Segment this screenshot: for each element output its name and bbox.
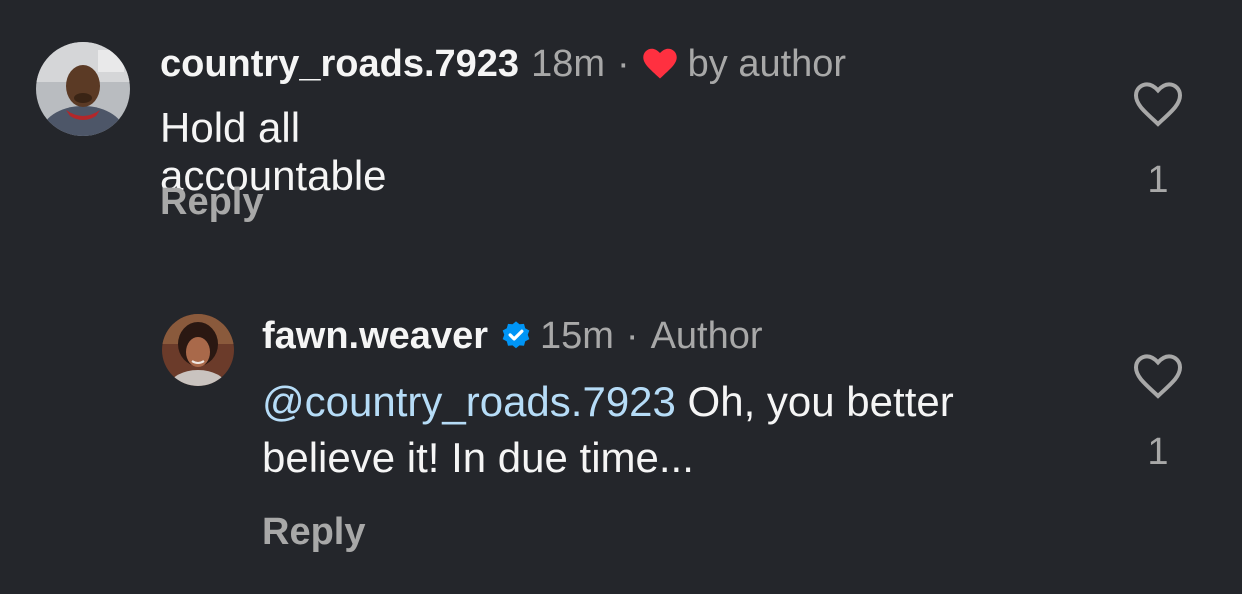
like-button[interactable] bbox=[1133, 82, 1183, 128]
reply-button[interactable]: Reply bbox=[160, 180, 263, 224]
reply-button[interactable]: Reply bbox=[262, 510, 365, 554]
like-count: 1 bbox=[1147, 431, 1169, 473]
liked-by-author-label: by author bbox=[687, 42, 847, 85]
heart-outline-icon bbox=[1133, 354, 1183, 399]
timestamp: 18m bbox=[531, 42, 605, 85]
username[interactable]: fawn.weaver bbox=[262, 315, 488, 358]
verified-badge-icon bbox=[500, 320, 532, 352]
username[interactable]: country_roads.7923 bbox=[160, 43, 519, 86]
separator-dot: · bbox=[625, 314, 639, 357]
comment-text-line-2: believe it! In due time... bbox=[262, 434, 694, 481]
comment-header: country_roads.7923 18m · by author bbox=[160, 42, 846, 86]
comment-header: fawn.weaver 15m · Author bbox=[262, 314, 763, 358]
avatar-photo bbox=[36, 42, 130, 136]
like-button[interactable] bbox=[1133, 354, 1183, 400]
separator-dot: · bbox=[616, 42, 630, 85]
avatar[interactable] bbox=[162, 314, 234, 386]
author-badge: Author bbox=[650, 314, 763, 357]
mention-link[interactable]: @country_roads.7923 bbox=[262, 378, 676, 425]
avatar-photo bbox=[162, 314, 234, 386]
comment-text: @country_roads.7923 Oh, you better belie… bbox=[262, 374, 1122, 486]
comment-text-line-1: Oh, you better bbox=[675, 378, 954, 425]
heart-filled-icon bbox=[642, 48, 678, 80]
avatar[interactable] bbox=[36, 42, 130, 136]
heart-outline-icon bbox=[1133, 82, 1183, 127]
like-count: 1 bbox=[1147, 159, 1169, 201]
timestamp: 15m bbox=[540, 314, 614, 357]
